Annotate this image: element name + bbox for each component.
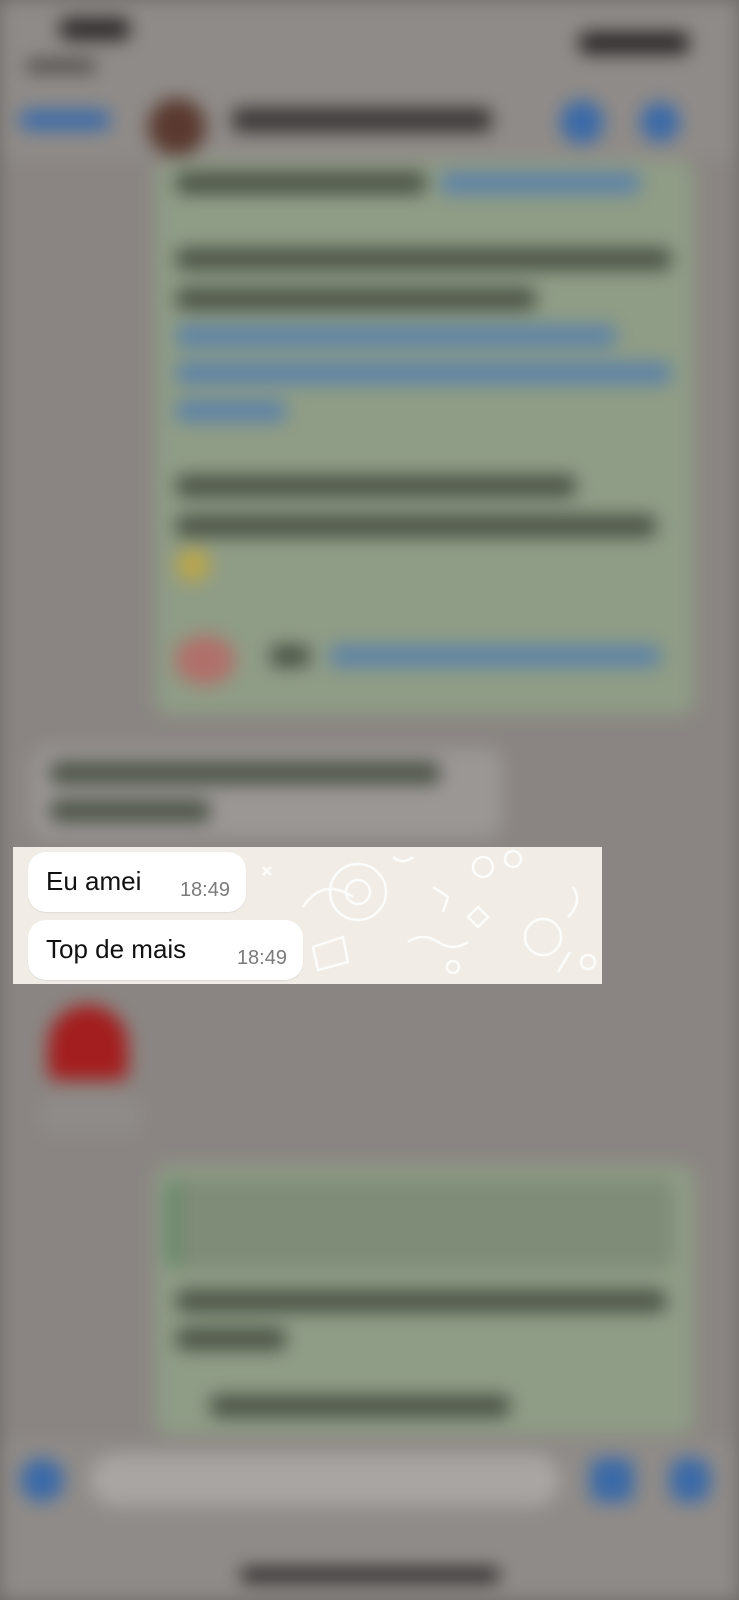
emoji-blurred xyxy=(176,548,210,582)
attach-plus-icon[interactable] xyxy=(20,1458,64,1502)
blurred-text-line xyxy=(176,475,576,497)
sticker-reaction-blurred xyxy=(40,1095,140,1135)
blurred-text-line xyxy=(176,288,536,310)
heart-sticker-icon xyxy=(48,1005,128,1080)
message-input[interactable] xyxy=(90,1454,560,1506)
message-text: Top de mais xyxy=(46,934,187,964)
link-preview-thumbnail-blurred xyxy=(175,635,235,685)
quoted-message-blurred xyxy=(169,1179,674,1269)
blurred-link-line xyxy=(176,325,616,347)
blurred-link-line xyxy=(330,645,660,667)
blurred-text-line xyxy=(50,762,440,784)
microphone-icon[interactable] xyxy=(670,1458,710,1502)
blurred-text-line xyxy=(176,248,671,270)
status-carrier-blurred xyxy=(26,60,96,72)
blurred-text-line xyxy=(50,800,210,822)
blurred-chat-background xyxy=(0,0,739,1600)
status-icons-blurred xyxy=(579,32,689,54)
blurred-text-line xyxy=(270,645,310,667)
blurred-text-line xyxy=(176,1328,286,1350)
outgoing-message-blurred xyxy=(155,160,695,715)
status-bar xyxy=(0,0,739,80)
message-timestamp: 18:49 xyxy=(236,947,287,969)
phone-call-icon[interactable] xyxy=(640,102,680,142)
blurred-link-line xyxy=(440,172,640,194)
blurred-text-line xyxy=(210,1395,510,1417)
blurred-text-line xyxy=(176,172,426,194)
video-call-icon[interactable] xyxy=(560,100,604,144)
incoming-message[interactable]: Top de mais 18:49 xyxy=(28,920,303,980)
status-time-blurred xyxy=(60,18,130,40)
home-indicator xyxy=(240,1568,500,1582)
blurred-link-line xyxy=(176,400,286,422)
message-text: Eu amei xyxy=(46,866,142,896)
chat-header xyxy=(0,80,739,160)
message-timestamp: 18:49 xyxy=(179,879,230,901)
blurred-text-line xyxy=(176,1290,666,1312)
contact-avatar[interactable] xyxy=(148,98,206,156)
blurred-link-line xyxy=(176,362,671,384)
contact-name-blurred[interactable] xyxy=(232,108,492,132)
camera-icon[interactable] xyxy=(590,1458,634,1502)
back-icon[interactable] xyxy=(20,110,110,130)
highlighted-messages-region: Eu amei 18:49 Top de mais 18:49 xyxy=(13,847,602,984)
blurred-text-line xyxy=(176,515,656,537)
incoming-message[interactable]: Eu amei 18:49 xyxy=(28,852,246,912)
